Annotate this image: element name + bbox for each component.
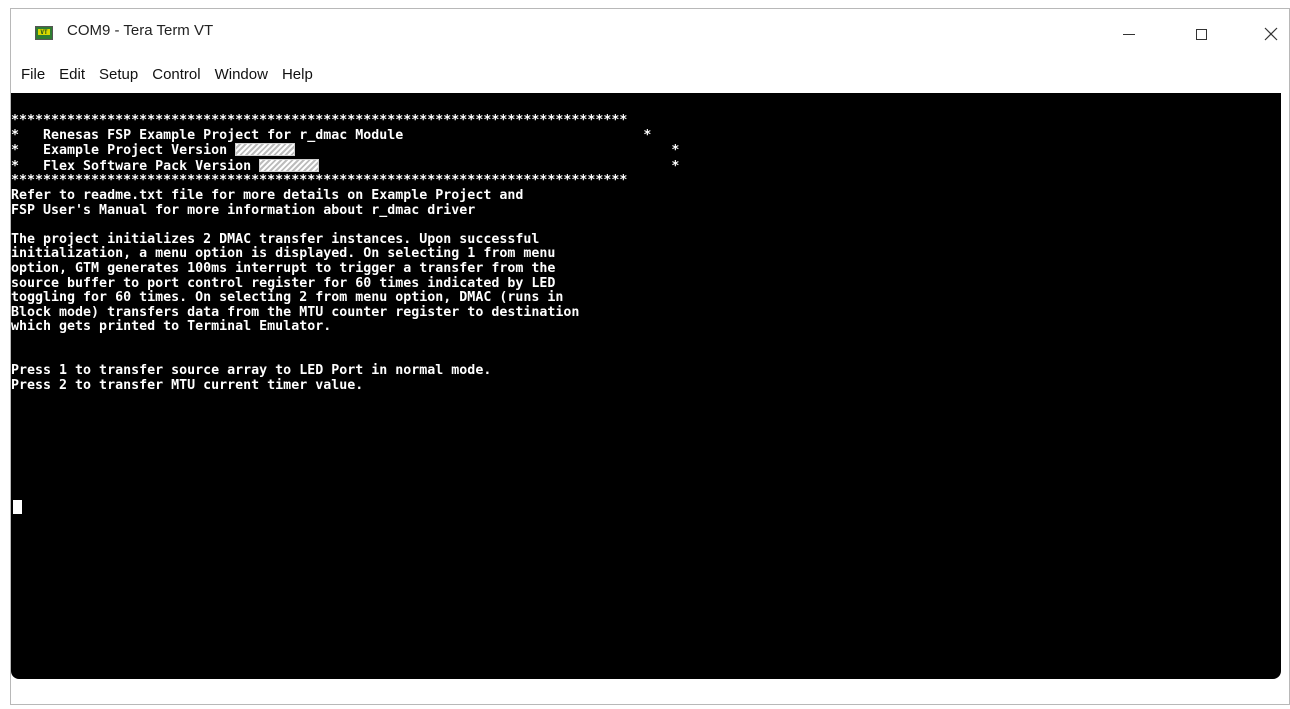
redacted-ep-version [235, 143, 296, 157]
description-line: source buffer to port control register f… [11, 275, 556, 291]
menu-window[interactable]: Window [212, 63, 271, 86]
minimize-icon [1123, 33, 1135, 35]
description-line: initialization, a menu option is display… [11, 246, 556, 262]
terminal-screen[interactable]: ****************************************… [11, 93, 1281, 679]
menu-help[interactable]: Help [279, 63, 316, 86]
menu-option-2: Press 2 to transfer MTU current timer va… [11, 377, 364, 393]
terminal-cursor [13, 500, 22, 514]
app-icon-glyph: VT [38, 29, 50, 36]
minimize-button[interactable] [1099, 9, 1159, 59]
description-line: option, GTM generates 100ms interrupt to… [11, 260, 556, 276]
banner-line-ep-version: * Example Project Version [11, 143, 236, 159]
menu-edit[interactable]: Edit [56, 63, 88, 86]
description-line: Block mode) transfers data from the MTU … [11, 304, 580, 320]
description-line: which gets printed to Terminal Emulator. [11, 319, 332, 335]
description-line: The project initializes 2 DMAC transfer … [11, 231, 540, 247]
tera-term-icon[interactable]: VT [35, 26, 53, 40]
close-button[interactable] [1241, 9, 1290, 59]
menu-file[interactable]: File [18, 63, 48, 86]
menu-bar: File Edit Setup Control Window Help [11, 59, 1289, 89]
description-line: toggling for 60 times. On selecting 2 fr… [11, 290, 564, 306]
banner-bottom-border: ****************************************… [11, 173, 628, 189]
intro-line: Refer to readme.txt file for more detail… [11, 187, 524, 203]
banner-line-fsp-version: * Flex Software Pack Version [11, 158, 260, 174]
close-icon [1264, 27, 1278, 41]
maximize-icon [1195, 28, 1207, 40]
redacted-fsp-version [259, 158, 320, 172]
scrollbar-track[interactable] [1281, 93, 1289, 679]
banner-top-border: ****************************************… [11, 113, 628, 128]
menu-setup[interactable]: Setup [96, 63, 141, 86]
terminal-output: ****************************************… [11, 113, 680, 393]
tera-term-window: VT COM9 - Tera Term VT File Edit Setup C… [10, 8, 1290, 705]
title-bar[interactable]: VT COM9 - Tera Term VT [11, 9, 1289, 59]
maximize-button[interactable] [1171, 9, 1231, 59]
window-title: COM9 - Tera Term VT [67, 22, 214, 39]
banner-line-fsp-version-end: * [319, 158, 680, 174]
intro-line: FSP User's Manual for more information a… [11, 202, 476, 218]
menu-control[interactable]: Control [149, 63, 203, 86]
menu-option-1: Press 1 to transfer source array to LED … [11, 363, 492, 379]
banner-line-title: * Renesas FSP Example Project for r_dmac… [11, 127, 652, 143]
banner-line-ep-version-end: * [295, 143, 680, 159]
